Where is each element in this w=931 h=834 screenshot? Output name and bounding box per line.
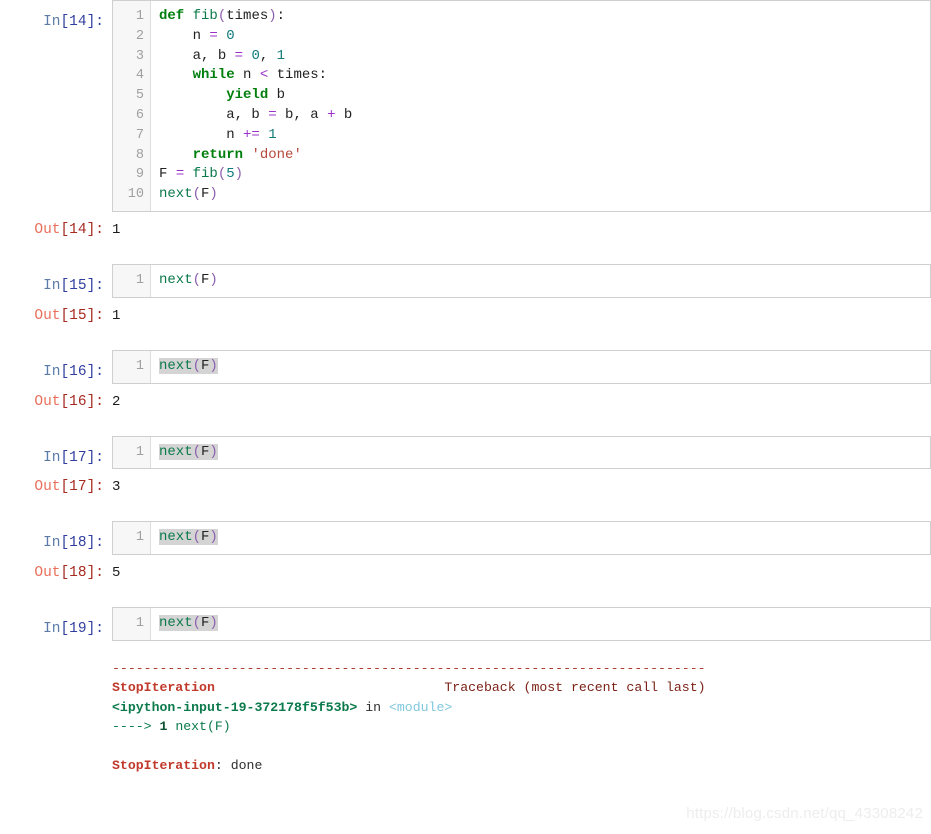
output-value-14: 1 — [112, 221, 121, 238]
traceback-rule: ----------------------------------------… — [112, 660, 706, 676]
notebook-cell-19[interactable]: In[19]: 1 next(F) — [0, 607, 931, 641]
input-prompt-label: In — [43, 277, 61, 294]
traceback-final-exception: StopIteration — [112, 758, 215, 774]
code-source-16[interactable]: next(F) — [151, 350, 930, 383]
code-source-19[interactable]: next(F) — [151, 608, 930, 640]
error-prompt-spacer — [0, 655, 112, 657]
notebook-cell-15[interactable]: In[15]: 1 next(F) — [0, 263, 931, 298]
traceback-final-message: : done — [214, 758, 263, 774]
output-prompt-label: Out — [34, 393, 61, 410]
input-prompt-index: [14]: — [60, 14, 104, 30]
notebook-output-16: Out[16]: 2 — [0, 390, 931, 412]
input-prompt-label: In — [43, 621, 61, 638]
line-number-gutter-14: 1 2 3 4 5 6 7 8 9 10 — [113, 1, 151, 211]
input-prompt-19: In[19]: — [0, 607, 112, 639]
line-number-gutter-18: 1 — [113, 522, 151, 555]
line-number-gutter-17: 1 — [113, 436, 151, 469]
csdn-watermark: https://blog.csdn.net/qq_43308242 — [686, 805, 923, 822]
code-editor-15[interactable]: 1 next(F) — [112, 263, 931, 298]
input-prompt-label: In — [43, 535, 61, 552]
traceback-header-label: Traceback (most recent call last) — [444, 680, 706, 696]
output-prompt-15: Out[15]: — [0, 304, 112, 326]
input-prompt-label: In — [43, 14, 61, 30]
output-prompt-label: Out — [34, 565, 61, 582]
output-prompt-index: [17]: — [60, 479, 104, 496]
notebook-output-17: Out[17]: 3 — [0, 475, 931, 497]
code-editor-18[interactable]: 1 next(F) — [112, 521, 931, 556]
output-value-15: 1 — [112, 307, 121, 324]
code-editor-16[interactable]: 1 next(F) — [112, 349, 931, 384]
code-source-14[interactable]: def fib(times): n = 0 a, b = 0, 1 while … — [151, 1, 930, 211]
traceback-arrow-code: next(F) — [167, 719, 231, 735]
output-prompt-index: [16]: — [60, 393, 104, 410]
input-prompt-15: In[15]: — [0, 264, 112, 296]
notebook-cell-18[interactable]: In[18]: 1 next(F) — [0, 521, 931, 556]
jupyter-notebook: In[14]: 1 2 3 4 5 6 7 8 9 10 def fib(tim… — [0, 0, 931, 834]
line-number-gutter-16: 1 — [113, 350, 151, 383]
code-source-17[interactable]: next(F) — [151, 436, 930, 469]
code-source-18[interactable]: next(F) — [151, 522, 930, 555]
input-prompt-18: In[18]: — [0, 521, 112, 553]
input-prompt-17: In[17]: — [0, 436, 112, 468]
code-editor-19[interactable]: 1 next(F) — [112, 607, 931, 641]
notebook-error-output-19: ----------------------------------------… — [0, 655, 931, 776]
traceback-frame-file: <ipython-input-19-372178f5f53b> — [112, 699, 358, 715]
input-prompt-16: In[16]: — [0, 350, 112, 382]
notebook-cell-17[interactable]: In[17]: 1 next(F) — [0, 435, 931, 470]
output-prompt-17: Out[17]: — [0, 475, 112, 497]
traceback-exception-name: StopIteration — [112, 680, 215, 696]
traceback-frame-in: in — [357, 699, 389, 715]
input-prompt-index: [19]: — [60, 621, 104, 638]
output-prompt-index: [14]: — [60, 221, 104, 238]
traceback-block: ----------------------------------------… — [112, 655, 931, 776]
input-prompt-index: [15]: — [60, 277, 104, 294]
notebook-output-15: Out[15]: 1 — [0, 304, 931, 326]
output-prompt-label: Out — [34, 221, 61, 238]
notebook-cell-16[interactable]: In[16]: 1 next(F) — [0, 349, 931, 384]
output-prompt-14: Out[14]: — [0, 218, 112, 240]
code-selection-highlight: next(F) — [159, 357, 218, 374]
notebook-output-18: Out[18]: 5 — [0, 561, 931, 583]
code-selection-highlight: next(F) — [159, 615, 218, 632]
code-source-15[interactable]: next(F) — [151, 264, 930, 297]
input-prompt-label: In — [43, 363, 61, 380]
code-editor-17[interactable]: 1 next(F) — [112, 435, 931, 470]
line-number-gutter-15: 1 — [113, 264, 151, 297]
output-value-17: 3 — [112, 479, 121, 496]
traceback-frame-scope: <module> — [388, 699, 453, 715]
input-prompt-index: [17]: — [60, 449, 104, 466]
input-prompt-label: In — [43, 449, 61, 466]
output-value-16: 2 — [112, 393, 121, 410]
input-prompt-index: [18]: — [60, 535, 104, 552]
output-prompt-index: [18]: — [60, 565, 104, 582]
traceback-arrow: ----> — [112, 719, 160, 735]
code-selection-highlight: next(F) — [159, 529, 218, 546]
code-selection-highlight: next(F) — [159, 443, 218, 460]
output-prompt-label: Out — [34, 479, 61, 496]
output-prompt-16: Out[16]: — [0, 390, 112, 412]
notebook-cell-14[interactable]: In[14]: 1 2 3 4 5 6 7 8 9 10 def fib(tim… — [0, 0, 931, 212]
input-prompt-14: In[14]: — [0, 0, 112, 32]
output-prompt-label: Out — [34, 307, 61, 324]
code-editor-14[interactable]: 1 2 3 4 5 6 7 8 9 10 def fib(times): n =… — [112, 0, 931, 212]
output-prompt-index: [15]: — [60, 307, 104, 324]
notebook-output-14: Out[14]: 1 — [0, 218, 931, 240]
output-prompt-18: Out[18]: — [0, 561, 112, 583]
output-value-18: 5 — [112, 565, 121, 582]
input-prompt-index: [16]: — [60, 363, 104, 380]
line-number-gutter-19: 1 — [113, 608, 151, 640]
